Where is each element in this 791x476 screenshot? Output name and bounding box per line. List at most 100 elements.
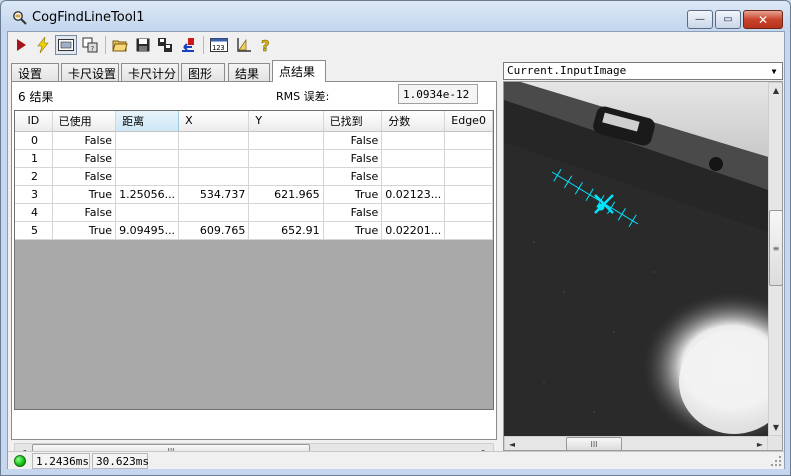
point-results-grid[interactable]: ID 已使用 距离 X Y 已找到 分数 Edge0 0 False False 1 F… <box>14 110 494 410</box>
caliper-graphics[interactable] <box>504 82 783 451</box>
cog-display[interactable]: ▲ ≡ ▼ ◄ III ► <box>503 81 783 451</box>
column-header-edge0[interactable]: Edge0 <box>444 111 493 132</box>
table-cell[interactable] <box>178 149 250 168</box>
table-cell[interactable] <box>381 167 446 186</box>
table-cell[interactable] <box>248 203 324 222</box>
table-cell[interactable] <box>444 149 493 168</box>
table-cell[interactable]: False <box>52 203 117 222</box>
table-cell[interactable] <box>248 149 324 168</box>
table-cell[interactable] <box>178 167 250 186</box>
scroll-down-arrow-icon[interactable]: ▼ <box>768 419 782 435</box>
image-source-select[interactable]: Current.InputImage ▼ <box>503 62 783 80</box>
table-cell[interactable]: True <box>323 221 383 240</box>
line-center-marker[interactable] <box>594 194 614 214</box>
table-cell[interactable] <box>248 167 324 186</box>
image-view-button[interactable] <box>55 35 77 55</box>
table-cell[interactable] <box>178 203 250 222</box>
scroll-up-arrow-icon[interactable]: ▲ <box>768 82 782 98</box>
reset-button[interactable] <box>177 35 199 55</box>
tab-settings[interactable]: 设置 <box>11 63 59 82</box>
table-cell[interactable]: 0.02123... <box>381 185 446 204</box>
table-cell[interactable] <box>381 203 446 222</box>
table-cell[interactable] <box>115 149 180 168</box>
table-cell[interactable] <box>381 149 446 168</box>
image-vscroll-thumb[interactable]: ≡ <box>769 210 782 286</box>
tab-caliper-scoring[interactable]: 卡尺计分 <box>121 63 179 82</box>
close-button[interactable]: ✕ <box>743 10 783 29</box>
table-cell[interactable] <box>115 167 180 186</box>
scroll-right-arrow-icon[interactable]: ► <box>752 436 768 450</box>
scroll-left-arrow-icon[interactable]: ◄ <box>504 436 520 450</box>
tab-graphics[interactable]: 图形 <box>181 63 225 82</box>
table-cell[interactable]: 9.09495... <box>115 221 180 240</box>
title-bar[interactable]: CogFindLineTool1 — ▭ ✕ <box>1 1 790 31</box>
table-cell[interactable] <box>115 131 180 150</box>
table-cell[interactable]: True <box>323 185 383 204</box>
column-header-used[interactable]: 已使用 <box>52 111 117 132</box>
table-cell[interactable] <box>115 203 180 222</box>
maximize-button[interactable]: ▭ <box>715 10 741 29</box>
table-cell[interactable] <box>444 203 493 222</box>
table-cell[interactable] <box>444 185 493 204</box>
table-cell[interactable]: False <box>52 131 117 150</box>
table-cell[interactable]: False <box>323 149 383 168</box>
table-row[interactable]: 0 False False <box>15 131 493 150</box>
table-cell[interactable] <box>444 221 493 240</box>
table-cell[interactable]: 2 <box>15 167 53 186</box>
table-cell[interactable] <box>444 167 493 186</box>
table-cell[interactable]: False <box>52 149 117 168</box>
open-button[interactable] <box>109 35 131 55</box>
table-cell[interactable]: False <box>52 167 117 186</box>
found-line <box>551 171 639 225</box>
table-cell[interactable] <box>248 131 324 150</box>
tab-point-results[interactable]: 点结果 <box>272 60 326 82</box>
save-as-button[interactable] <box>154 35 176 55</box>
table-cell[interactable]: False <box>323 131 383 150</box>
table-row[interactable]: 4 False False <box>15 203 493 222</box>
table-cell[interactable]: 5 <box>15 221 53 240</box>
table-cell[interactable]: 4 <box>15 203 53 222</box>
table-cell[interactable]: 3 <box>15 185 53 204</box>
table-cell[interactable]: 1 <box>15 149 53 168</box>
table-row[interactable]: 2 False False <box>15 167 493 186</box>
table-cell[interactable]: 652.91 <box>248 221 324 240</box>
image-hscroll-thumb[interactable]: III <box>566 437 622 450</box>
local-graphics-button[interactable]: ? <box>79 35 101 55</box>
tab-results[interactable]: 结果 <box>228 63 270 82</box>
table-cell[interactable] <box>381 131 446 150</box>
measure-button[interactable] <box>233 35 255 55</box>
table-cell[interactable]: 0.02201... <box>381 221 446 240</box>
column-header-score[interactable]: 分数 <box>381 111 446 132</box>
resize-grip-icon[interactable] <box>770 455 782 467</box>
help-button[interactable]: ? <box>255 35 277 55</box>
column-header-found[interactable]: 已找到 <box>323 111 383 132</box>
table-cell[interactable] <box>178 131 250 150</box>
table-row[interactable]: 1 False False <box>15 149 493 168</box>
table-cell[interactable]: 1.25056... <box>115 185 180 204</box>
tab-caliper-settings[interactable]: 卡尺设置 <box>61 63 119 82</box>
save-button[interactable] <box>132 35 154 55</box>
electric-mode-button[interactable] <box>32 35 54 55</box>
table-row[interactable]: 3 True 1.25056... 534.737 621.965 True 0.02123… <box>15 185 493 204</box>
table-row[interactable]: 5 True 9.09495... 609.765 652.91 True 0.02201.… <box>15 221 493 240</box>
table-cell[interactable]: False <box>323 203 383 222</box>
table-cell[interactable]: True <box>52 221 117 240</box>
column-header-x[interactable]: X <box>178 111 250 132</box>
run-icon <box>17 39 26 51</box>
input-image-button[interactable]: 123 <box>208 35 230 55</box>
table-cell[interactable]: 534.737 <box>178 185 250 204</box>
image-horizontal-scrollbar[interactable] <box>504 436 768 450</box>
table-cell[interactable]: 0 <box>15 131 53 150</box>
table-cell[interactable]: False <box>323 167 383 186</box>
table-cell[interactable]: 621.965 <box>248 185 324 204</box>
run-button[interactable] <box>10 35 32 55</box>
status-indicator-icon <box>14 455 26 467</box>
column-header-distance[interactable]: 距离 <box>115 111 180 132</box>
column-header-id[interactable]: ID <box>15 111 53 132</box>
chevron-down-icon[interactable]: ▼ <box>767 64 781 78</box>
table-cell[interactable]: True <box>52 185 117 204</box>
column-header-y[interactable]: Y <box>248 111 324 132</box>
minimize-button[interactable]: — <box>687 10 713 29</box>
table-cell[interactable] <box>444 131 493 150</box>
table-cell[interactable]: 609.765 <box>178 221 250 240</box>
